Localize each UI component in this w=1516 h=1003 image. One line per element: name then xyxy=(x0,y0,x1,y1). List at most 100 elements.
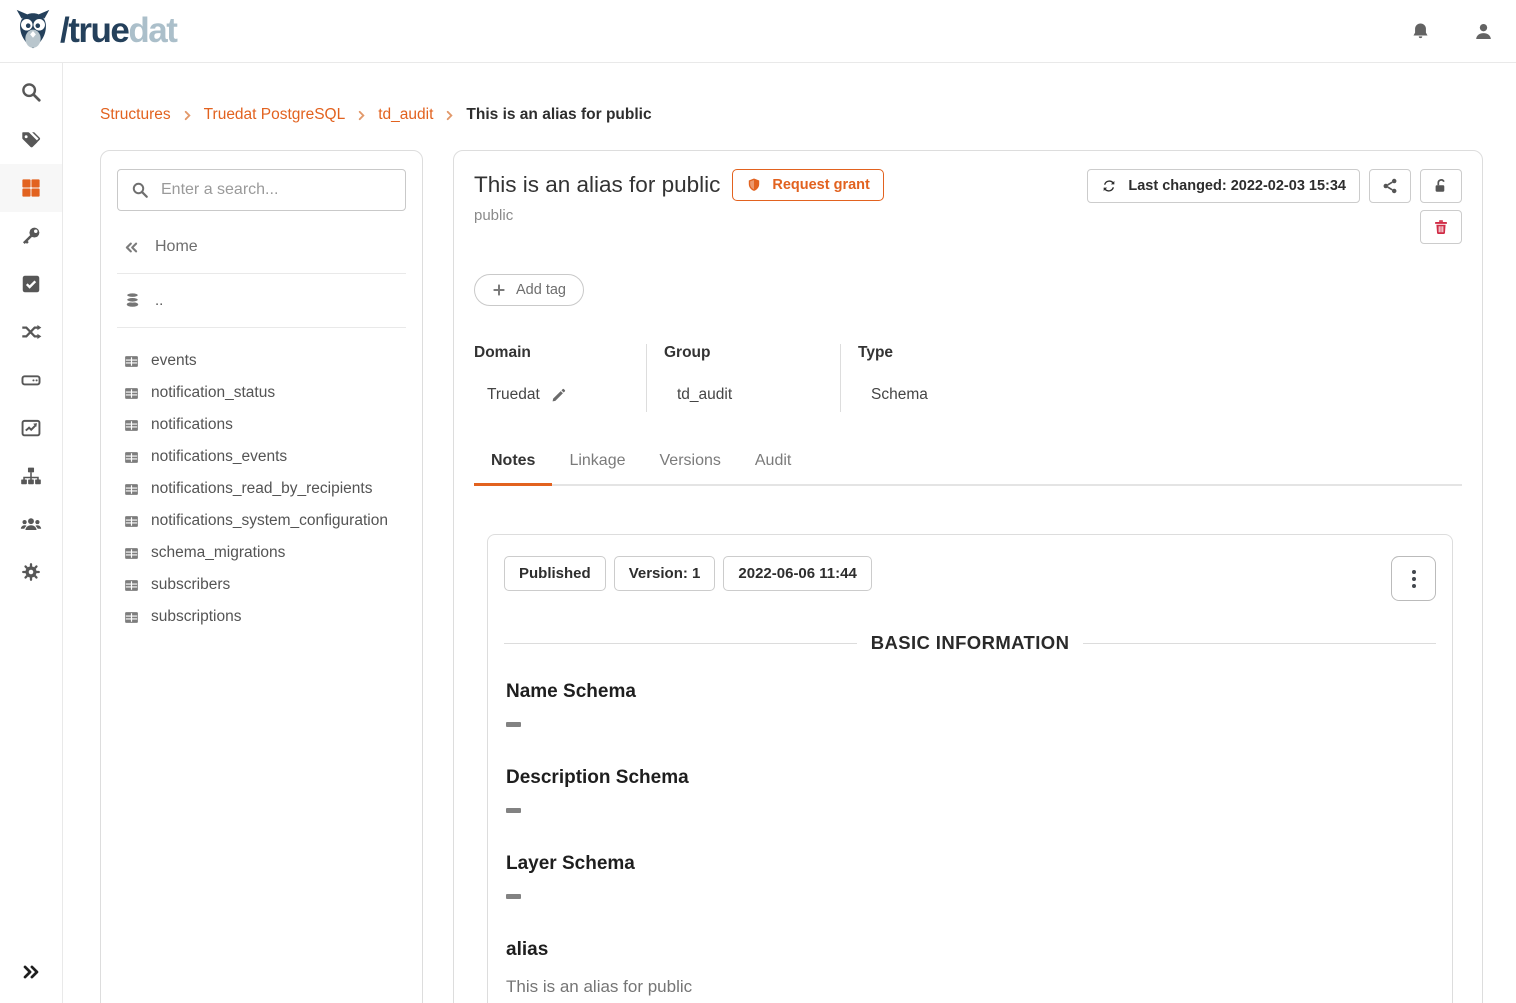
check-square-icon xyxy=(20,273,42,295)
tab-notes[interactable]: Notes xyxy=(474,452,552,486)
logo-wordmark: /truedat xyxy=(60,11,176,51)
sidebar-expand-toggle[interactable] xyxy=(0,951,62,993)
bell-icon[interactable] xyxy=(1410,21,1431,42)
sidebar-item-settings[interactable] xyxy=(0,548,62,596)
kebab-icon xyxy=(1412,570,1416,574)
sidebar-rail xyxy=(0,63,63,1003)
tree-item[interactable]: events xyxy=(117,345,406,377)
field-label: Description Schema xyxy=(506,767,1434,789)
tags-icon xyxy=(20,129,42,151)
page-title: This is an alias for public xyxy=(474,172,720,197)
unlock-icon xyxy=(1432,177,1450,195)
tree-item-label: notifications_read_by_recipients xyxy=(151,480,372,498)
tab-versions[interactable]: Versions xyxy=(643,452,738,484)
chevron-right-icon xyxy=(356,110,367,121)
sidebar-item-tags[interactable] xyxy=(0,116,62,164)
gear-icon xyxy=(20,561,42,583)
structure-tree-list: events notification_status notifications… xyxy=(117,345,406,633)
structure-tree-panel: Home .. events xyxy=(100,150,423,1003)
status-badge: Published xyxy=(504,556,606,591)
date-badge: 2022-06-06 11:44 xyxy=(723,556,871,591)
structure-subtitle: public xyxy=(474,207,884,224)
tree-item[interactable]: notifications_read_by_recipients xyxy=(117,473,406,505)
tree-parent-link[interactable]: .. xyxy=(123,291,400,310)
search-input[interactable] xyxy=(161,181,392,199)
chevron-right-icon xyxy=(444,110,455,121)
field-label: alias xyxy=(506,939,1434,961)
table-icon xyxy=(123,385,140,402)
last-changed-button[interactable]: Last changed: 2022-02-03 15:34 xyxy=(1087,169,1360,203)
search-icon xyxy=(20,81,42,103)
add-tag-label: Add tag xyxy=(516,282,566,298)
tree-item[interactable]: schema_migrations xyxy=(117,537,406,569)
table-icon xyxy=(123,545,140,562)
version-badge: Version: 1 xyxy=(614,556,716,591)
pencil-icon[interactable] xyxy=(551,387,567,403)
sidebar-item-systems[interactable] xyxy=(0,356,62,404)
delete-button[interactable] xyxy=(1420,210,1462,244)
breadcrumb: Structures Truedat PostgreSQL td_audit T… xyxy=(100,63,1483,150)
sidebar-item-dashboards[interactable] xyxy=(0,404,62,452)
request-grant-button[interactable]: Request grant xyxy=(732,169,884,201)
sidebar-item-lineage[interactable] xyxy=(0,308,62,356)
tree-item[interactable]: notifications xyxy=(117,409,406,441)
refresh-icon xyxy=(1101,178,1117,194)
tree-item[interactable]: notification_status xyxy=(117,377,406,409)
table-icon xyxy=(123,577,140,594)
sidebar-item-permissions[interactable] xyxy=(0,212,62,260)
sidebar-item-structures[interactable] xyxy=(0,164,62,212)
shuffle-icon xyxy=(20,321,42,343)
structure-detail-panel: This is an alias for public Request gran… xyxy=(453,150,1483,1003)
sidebar-item-quality[interactable] xyxy=(0,260,62,308)
tree-item-label: events xyxy=(151,352,197,370)
tree-item[interactable]: notifications_system_configuration xyxy=(117,505,406,537)
note-field-name-schema: Name Schema xyxy=(506,681,1434,727)
tree-item[interactable]: notifications_events xyxy=(117,441,406,473)
note-field-alias: alias This is an alias for public xyxy=(506,939,1434,997)
divider xyxy=(117,273,406,274)
users-icon xyxy=(20,513,42,535)
table-icon xyxy=(123,353,140,370)
grid-icon xyxy=(20,177,42,199)
tree-item[interactable]: subscribers xyxy=(117,569,406,601)
note-field-layer-schema: Layer Schema xyxy=(506,853,1434,899)
type-label: Type xyxy=(858,344,928,362)
request-grant-label: Request grant xyxy=(772,177,870,193)
breadcrumb-link-system[interactable]: Truedat PostgreSQL xyxy=(204,106,346,124)
user-icon[interactable] xyxy=(1473,21,1494,42)
tree-home-link[interactable]: Home xyxy=(123,238,400,256)
tree-search-box[interactable] xyxy=(117,169,406,211)
last-changed-label: Last changed: 2022-02-03 15:34 xyxy=(1128,178,1346,194)
sidebar-item-groups[interactable] xyxy=(0,500,62,548)
angle-double-left-icon xyxy=(123,239,140,256)
tree-item[interactable]: subscriptions xyxy=(117,601,406,633)
note-menu-button[interactable] xyxy=(1391,556,1436,601)
note-field-description-schema: Description Schema xyxy=(506,767,1434,813)
unlock-button[interactable] xyxy=(1420,169,1462,203)
share-button[interactable] xyxy=(1369,169,1411,203)
group-value: td_audit xyxy=(677,386,732,404)
add-tag-button[interactable]: Add tag xyxy=(474,274,584,306)
table-icon xyxy=(123,449,140,466)
tree-item-label: notifications xyxy=(151,416,233,434)
empty-value-dash xyxy=(506,722,521,727)
note-card: Published Version: 1 2022-06-06 11:44 BA… xyxy=(487,534,1453,1003)
field-label: Name Schema xyxy=(506,681,1434,703)
breadcrumb-link-group[interactable]: td_audit xyxy=(378,106,433,124)
chart-line-icon xyxy=(20,417,42,439)
empty-value-dash xyxy=(506,808,521,813)
tab-audit[interactable]: Audit xyxy=(738,452,808,484)
section-title: BASIC INFORMATION xyxy=(504,632,1436,654)
breadcrumb-link-structures[interactable]: Structures xyxy=(100,106,171,124)
home-label: Home xyxy=(155,238,198,256)
tree-item-label: notifications_system_configuration xyxy=(151,512,388,530)
tree-item-label: subscribers xyxy=(151,576,230,594)
tab-linkage[interactable]: Linkage xyxy=(552,452,642,484)
trash-icon xyxy=(1432,218,1450,236)
app-logo[interactable]: /truedat xyxy=(10,8,176,54)
hdd-icon xyxy=(20,369,42,391)
sidebar-item-search[interactable] xyxy=(0,68,62,116)
sidebar-item-taxonomy[interactable] xyxy=(0,452,62,500)
empty-value-dash xyxy=(506,894,521,899)
key-icon xyxy=(20,225,42,247)
